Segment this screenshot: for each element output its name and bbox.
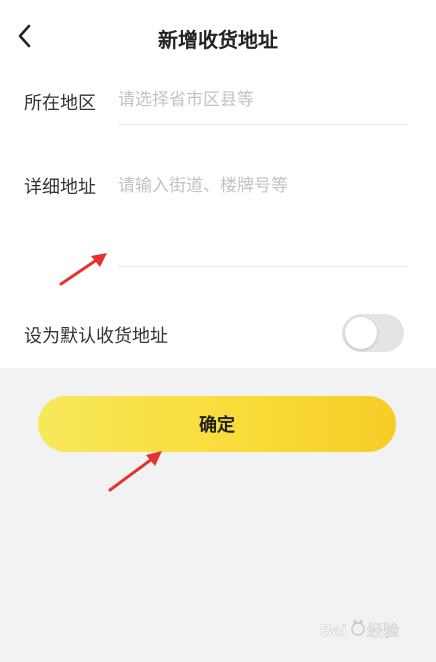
page-title: 新增收货地址 [158,28,278,52]
address-form: 所在地区 详细地址 设为默认收货地址 [0,72,436,368]
baidu-jingyan-watermark-icon: Bai 经验 [320,620,399,640]
region-divider [118,124,408,125]
address-input[interactable] [118,171,408,251]
confirm-button[interactable]: 确定 [38,396,396,452]
svg-text:Bai: Bai [320,621,346,640]
default-address-label: 设为默认收货地址 [24,326,168,347]
toggle-knob [345,317,377,349]
svg-text:经验: 经验 [367,622,399,640]
app-header: 新增收货地址 [0,0,436,72]
region-label: 所在地区 [24,93,96,114]
default-address-toggle[interactable] [342,314,404,352]
region-input[interactable] [118,87,408,113]
address-divider [118,266,408,267]
address-label: 详细地址 [24,177,96,198]
annotation-arrow-icon [108,451,162,492]
